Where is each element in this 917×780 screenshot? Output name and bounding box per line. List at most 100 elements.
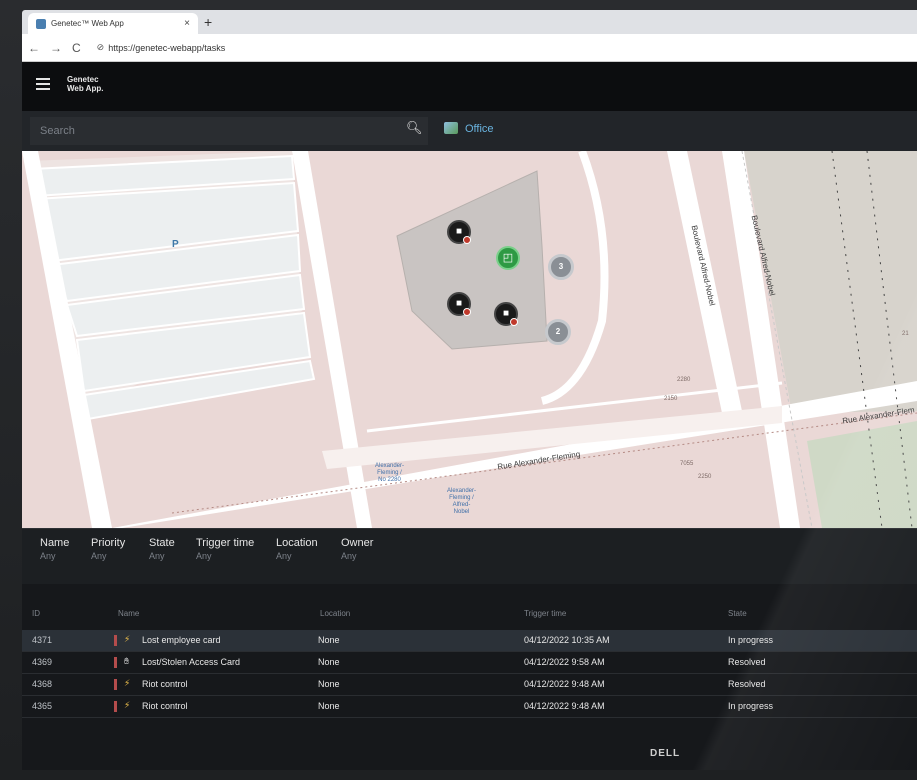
- column-location[interactable]: Location: [320, 609, 350, 618]
- door-icon[interactable]: ◰: [496, 246, 520, 270]
- table-row[interactable]: 4371 ⚡︎ Lost employee card None 04/12/20…: [22, 630, 917, 652]
- priority-indicator: [114, 657, 117, 668]
- filter-trigger-time[interactable]: Trigger time Any: [196, 537, 254, 561]
- filter-priority[interactable]: Priority Any: [91, 537, 125, 561]
- priority-indicator: [114, 679, 117, 690]
- tasks-table: ID Name Location Trigger time State 4371…: [22, 584, 917, 770]
- filter-label: Owner: [341, 537, 374, 549]
- row-state: Resolved: [728, 679, 766, 689]
- filter-name[interactable]: Name Any: [40, 537, 69, 561]
- table-row[interactable]: 4368 ⚡︎ Riot control None 04/12/2022 9:4…: [22, 674, 917, 696]
- address-2280: 2280: [677, 377, 691, 383]
- browser-tab[interactable]: Genetec™ Web App ×: [28, 13, 198, 34]
- tab-title: Genetec™ Web App: [51, 19, 124, 28]
- area-icon: [444, 122, 458, 134]
- address-bar: ← → C ⊘ https://genetec-webapp/tasks: [22, 34, 917, 62]
- camera-alert-badge: [510, 318, 518, 326]
- back-button[interactable]: ←: [28, 41, 40, 55]
- reload-button[interactable]: C: [72, 41, 81, 55]
- camera-icon[interactable]: ■: [447, 292, 471, 316]
- app-header: Genetec Web App.: [22, 62, 917, 111]
- priority-indicator: [114, 635, 117, 646]
- bolt-icon: ⚡︎: [124, 700, 131, 710]
- search-icon[interactable]: 🔍︎: [406, 120, 423, 136]
- row-trigger-time: 04/12/2022 9:48 AM: [524, 701, 605, 711]
- row-name: Lost/Stolen Access Card: [142, 657, 241, 667]
- row-id: 4369: [32, 657, 53, 667]
- column-state[interactable]: State: [728, 609, 747, 618]
- map-cluster[interactable]: 3: [548, 254, 574, 280]
- row-name: Riot control: [142, 701, 188, 711]
- dell-logo: DELL: [650, 748, 681, 759]
- address-7055: 7055: [680, 461, 694, 467]
- table-header: ID Name Location Trigger time State: [22, 604, 917, 624]
- row-id: 4371: [32, 635, 53, 645]
- address-21: 21: [902, 331, 909, 337]
- filter-value: Any: [341, 551, 357, 561]
- logo-line-1: Genetec: [67, 75, 99, 84]
- address-2150: 2150: [664, 396, 678, 402]
- filter-state[interactable]: State Any: [149, 537, 175, 561]
- row-location: None: [318, 657, 340, 667]
- bolt-icon: ⚡︎: [124, 634, 131, 644]
- row-state: Resolved: [728, 657, 766, 667]
- close-tab-icon[interactable]: ×: [184, 18, 190, 29]
- row-trigger-time: 04/12/2022 10:35 AM: [524, 635, 610, 645]
- genetec-favicon-icon: [36, 18, 46, 29]
- filter-label: Location: [276, 537, 318, 549]
- filter-value: Any: [276, 551, 292, 561]
- camera-icon[interactable]: ■: [494, 302, 518, 326]
- column-name[interactable]: Name: [118, 609, 139, 618]
- row-name: Riot control: [142, 679, 188, 689]
- app-logo: Genetec Web App.: [67, 75, 103, 93]
- filter-location[interactable]: Location Any: [276, 537, 318, 561]
- new-tab-button[interactable]: +: [204, 14, 212, 30]
- filter-value: Any: [149, 551, 165, 561]
- row-trigger-time: 04/12/2022 9:48 AM: [524, 679, 605, 689]
- map-view[interactable]: P Boulevard Alfred-Nobel Boulevard Alfre…: [22, 151, 917, 528]
- map-cluster[interactable]: 2: [545, 319, 571, 345]
- site-selector[interactable]: Office: [465, 123, 494, 135]
- row-id: 4365: [32, 701, 53, 711]
- camera-icon[interactable]: ■: [447, 220, 471, 244]
- address-2250: 2250: [698, 474, 712, 480]
- table-row[interactable]: 4369 ✋︎ Lost/Stolen Access Card None 04/…: [22, 652, 917, 674]
- filter-label: Trigger time: [196, 537, 255, 549]
- table-row[interactable]: 4365 ⚡︎ Riot control None 04/12/2022 9:4…: [22, 696, 917, 718]
- site-info-icon[interactable]: ⊘: [97, 42, 105, 53]
- filter-value: Any: [40, 551, 56, 561]
- row-name: Lost employee card: [142, 635, 221, 645]
- row-state: In progress: [728, 701, 774, 711]
- row-location: None: [318, 701, 340, 711]
- filter-value: Any: [196, 551, 212, 561]
- camera-alert-badge: [463, 308, 471, 316]
- search-row: Search 🔍︎ Office: [22, 111, 917, 151]
- row-id: 4368: [32, 679, 53, 689]
- filter-label: Name: [40, 537, 70, 549]
- url-field[interactable]: https://genetec-webapp/tasks: [108, 43, 225, 53]
- bus-stop-label-2: Alexander- Fleming / Alfred- Nobel: [447, 488, 477, 515]
- column-trigger-time[interactable]: Trigger time: [524, 609, 566, 618]
- filter-value: Any: [91, 551, 107, 561]
- forward-button[interactable]: →: [50, 41, 62, 55]
- column-id[interactable]: ID: [32, 609, 40, 618]
- bolt-icon: ⚡︎: [124, 678, 131, 688]
- filter-label: State: [149, 537, 175, 549]
- parking-label: P: [172, 239, 179, 250]
- logo-line-2: Web App.: [67, 84, 104, 93]
- screen: Genetec™ Web App × + ← → C ⊘ https://gen…: [22, 10, 917, 770]
- search-input[interactable]: Search: [30, 117, 428, 145]
- filter-bar: Name Any Priority Any State Any Trigger …: [22, 528, 917, 584]
- menu-icon[interactable]: [36, 78, 50, 90]
- priority-indicator: [114, 701, 117, 712]
- camera-alert-badge: [463, 236, 471, 244]
- row-trigger-time: 04/12/2022 9:58 AM: [524, 657, 605, 667]
- browser-tab-bar: Genetec™ Web App × +: [22, 10, 917, 34]
- row-location: None: [318, 635, 340, 645]
- map-canvas: [22, 151, 917, 528]
- filter-label: Priority: [91, 537, 126, 549]
- bus-stop-label-1: Alexander- Fleming / No 2280: [375, 463, 405, 483]
- row-location: None: [318, 679, 340, 689]
- hand-icon: ✋︎: [124, 656, 130, 666]
- filter-owner[interactable]: Owner Any: [341, 537, 373, 561]
